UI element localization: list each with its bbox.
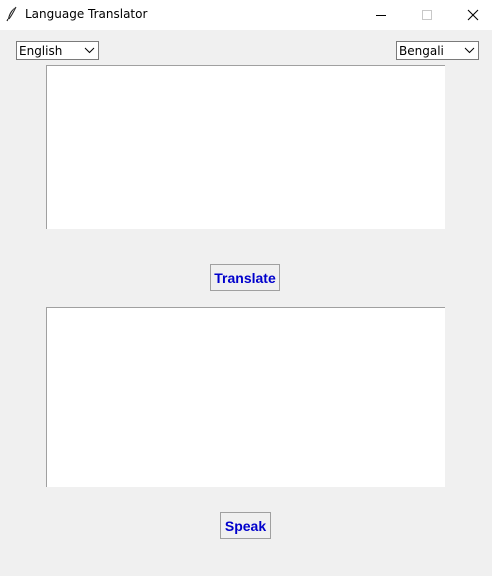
window-title: Language Translator (25, 7, 148, 21)
translate-button[interactable]: Translate (210, 264, 280, 291)
input-text-area[interactable] (46, 65, 445, 229)
source-language-select[interactable]: English (16, 41, 99, 60)
target-language-select[interactable]: Bengali (396, 41, 479, 60)
chevron-down-icon (84, 47, 95, 54)
chevron-down-icon (464, 47, 475, 54)
close-button[interactable] (450, 0, 492, 30)
output-text-area[interactable] (46, 307, 445, 487)
maximize-button[interactable] (404, 0, 450, 30)
source-language-value: English (19, 44, 63, 58)
target-language-value: Bengali (399, 44, 444, 58)
title-bar: Language Translator (0, 0, 492, 30)
maximize-icon (421, 9, 432, 20)
close-icon (467, 9, 479, 21)
feather-icon (6, 6, 17, 22)
speak-button[interactable]: Speak (220, 512, 271, 539)
minimize-icon (375, 14, 386, 16)
minimize-button[interactable] (358, 0, 404, 30)
